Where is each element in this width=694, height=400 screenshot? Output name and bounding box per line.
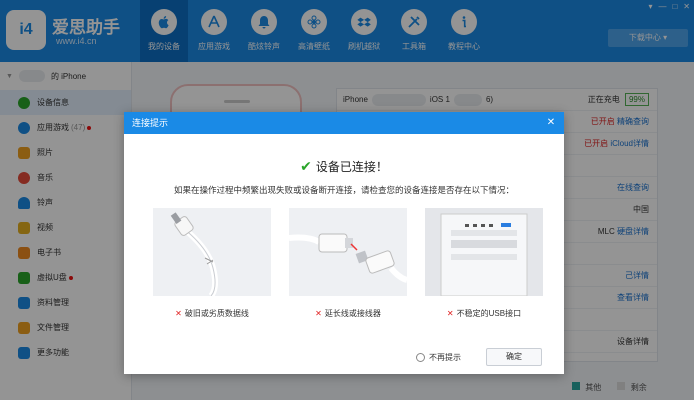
x-icon: ✕	[446, 309, 454, 318]
dialog-description: 如果在操作过程中频繁出现失败或设备断开连接，请检查您的设备连接是否存在以下情况：	[173, 185, 514, 195]
tips-row: ✕ 破旧或劣质数据线 ✕ 延长线或接线器 ✕ 不稳定的USB接口	[153, 208, 543, 338]
dialog-title: 连接提示	[132, 118, 169, 128]
dialog-titlebar: 连接提示 ✕	[124, 112, 564, 134]
tip-caption: ✕ 不稳定的USB接口	[425, 308, 543, 319]
check-icon: ✔	[300, 158, 312, 174]
usb-port-image	[425, 208, 543, 296]
tip-worn-cable: ✕ 破旧或劣质数据线	[153, 208, 271, 319]
ok-button[interactable]: 确定	[486, 348, 542, 366]
extension-cable-image	[289, 208, 407, 296]
tip-caption-text: 破旧或劣质数据线	[184, 309, 249, 318]
x-icon: ✕	[175, 309, 182, 318]
connection-status: ✔ 设备已连接！	[124, 158, 564, 175]
no-remind-label: 不再提示	[429, 353, 461, 362]
tip-caption-text: 不稳定的USB接口	[456, 309, 522, 318]
worn-cable-image	[153, 208, 271, 296]
no-remind-option[interactable]: 不再提示	[416, 352, 461, 363]
tip-usb-port: ✕ 不稳定的USB接口	[425, 208, 543, 319]
tip-extension-cable: ✕ 延长线或接线器	[289, 208, 407, 319]
tip-caption: ✕ 破旧或劣质数据线	[153, 308, 271, 319]
close-icon[interactable]: ✕	[544, 112, 558, 134]
x-icon: ✕	[315, 309, 322, 318]
tip-caption: ✕ 延长线或接线器	[289, 308, 407, 319]
status-text: 设备已连接！	[315, 160, 388, 174]
connection-dialog: 连接提示 ✕ ✔ 设备已连接！ 如果在操作过程中频繁出现失败或设备断开连接，请检查…	[124, 112, 564, 374]
tip-caption-text: 延长线或接线器	[324, 309, 381, 318]
no-remind-radio[interactable]	[416, 353, 425, 362]
